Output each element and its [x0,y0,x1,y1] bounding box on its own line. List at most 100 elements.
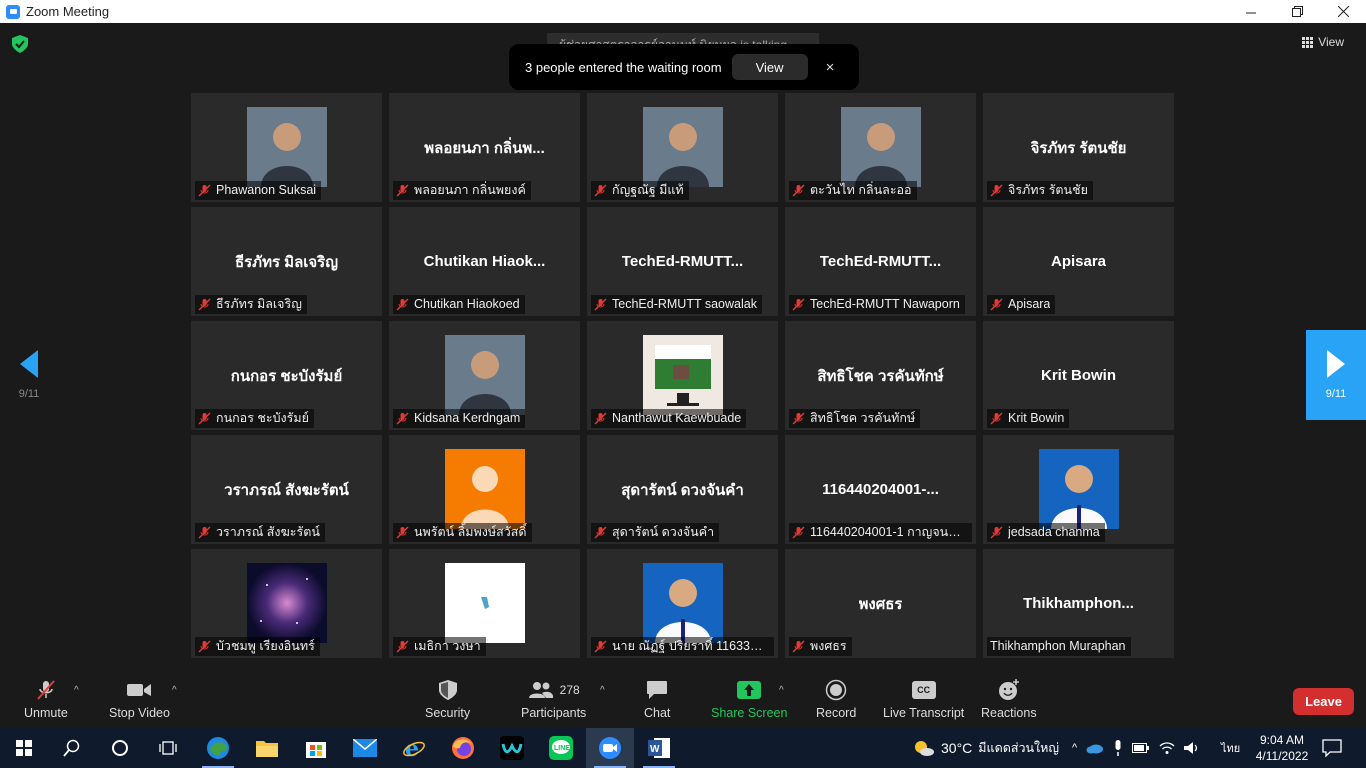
internet-explorer-taskbar-app[interactable]: e [390,728,438,768]
view-button[interactable]: View [1302,35,1344,49]
record-icon [825,679,847,701]
share-screen-button[interactable]: Share Screen [711,679,787,720]
partly-sunny-icon [915,741,934,756]
webex-taskbar-app[interactable] [488,728,536,768]
participant-name-label: TechEd-RMUTT saowalak [591,295,762,314]
chat-label: Chat [644,706,671,720]
page-indicator-right: 9/11 [1325,388,1347,400]
participant-tile[interactable]: Chutikan Hiaok... Chutikan Hiaokoed [389,207,580,316]
store-taskbar-app[interactable] [292,728,340,768]
record-button[interactable]: Record [816,679,856,720]
participant-name-label: พลอยนภา กลิ่นพยงค์ [393,181,531,200]
participant-tile[interactable]: TechEd-RMUTT... TechEd-RMUTT Nawaporn [785,207,976,316]
start-button[interactable] [0,728,48,768]
input-language-indicator[interactable]: ไทย [1221,728,1240,768]
clock[interactable]: 9:04 AM 4/11/2022 [1254,728,1310,768]
participant-tile[interactable]: นาย ณัฏฐ์ ปริยราทิ์ 11633020... [587,549,778,658]
audio-options-chevron-icon[interactable]: ^ [74,685,79,696]
participant-tile[interactable]: พงศธร พงศธร [785,549,976,658]
participant-name: TechEd-RMUTT Nawaporn [810,297,960,311]
security-button[interactable]: Security [425,679,470,720]
maximize-button[interactable] [1274,0,1320,23]
weather-description: มีแดดส่วนใหญ่ [978,741,1060,755]
participant-name: Thikhamphon Muraphan [990,639,1126,653]
internet-explorer-icon: e [403,736,425,760]
minimize-button[interactable] [1228,0,1274,23]
show-hidden-icons-chevron-icon[interactable]: ^ [1072,742,1077,754]
participant-tile[interactable]: Apisara Apisara [983,207,1174,316]
battery-icon[interactable] [1132,742,1150,754]
participant-name-label: จิรภัทร รัตนชัย [987,181,1093,200]
reactions-button[interactable]: Reactions [981,679,1037,720]
participant-name-label: 116440204001-1 กาญจนา ผ... [789,523,972,542]
participant-tile[interactable]: วราภรณ์ สังฆะรัตน์ วราภรณ์ สังฆะรัตน์ [191,435,382,544]
chat-button[interactable]: Chat [644,679,670,720]
file-explorer-taskbar-app[interactable] [243,728,291,768]
leave-button[interactable]: Leave [1293,688,1354,715]
line-taskbar-app[interactable]: LINE [537,728,585,768]
participant-tile[interactable]: เมธิกา วงษา [389,549,580,658]
participant-tile[interactable]: Kidsana Kerdngam [389,321,580,430]
participants-count: 278 [559,683,580,697]
participants-options-chevron-icon[interactable]: ^ [600,685,605,696]
participant-tile[interactable]: ธีรภัทร มิลเจริญ ธีรภัทร มิลเจริญ [191,207,382,316]
onedrive-cloud-icon[interactable] [1086,742,1104,754]
video-options-chevron-icon[interactable]: ^ [172,685,177,696]
reactions-label: Reactions [981,706,1037,720]
participant-name-label: นาย ณัฏฐ์ ปริยราทิ์ 11633020... [591,637,774,656]
muted-mic-icon [990,298,1003,311]
participant-tile[interactable]: จิรภัทร รัตนชัย จิรภัทร รัตนชัย [983,93,1174,202]
participant-tile[interactable]: Krit Bowin Krit Bowin [983,321,1174,430]
participant-name-label: บัวชมพู เรียงอินทร์ [195,637,320,656]
next-page-button[interactable]: 9/11 [1306,330,1366,420]
participant-tile[interactable]: พลอยนภา กลิ่นพ... พลอยนภา กลิ่นพยงค์ [389,93,580,202]
participant-tile[interactable]: TechEd-RMUTT... TechEd-RMUTT saowalak [587,207,778,316]
participant-tile[interactable]: jedsada chanma [983,435,1174,544]
action-center-button[interactable] [1322,728,1342,768]
notification-view-button[interactable]: View [731,54,808,80]
participant-tile[interactable]: กนกอร ชะบังรัมย์ กนกอร ชะบังรัมย์ [191,321,382,430]
participant-tile[interactable]: กัญฐณัฐ มีแท้ [587,93,778,202]
notification-close-icon[interactable]: × [826,59,835,76]
stop-video-button[interactable]: Stop Video [109,679,170,720]
participant-name: จิรภัทร รัตนชัย [1008,183,1088,197]
participant-tile[interactable]: สิทธิโชค วรคันทักษ์ สิทธิโชค วรคันทักษ์ [785,321,976,430]
meeting-area: View ผู้ช่วยศาสตราจารย์อานนท์ นิยมผล is … [0,23,1366,671]
task-view-button[interactable] [144,728,192,768]
participant-name-label: Phawanon Suksai [195,181,322,200]
speaker-volume-icon[interactable] [1184,741,1200,755]
participant-tile[interactable]: Phawanon Suksai [191,93,382,202]
participants-button[interactable]: 278 Participants [521,679,586,720]
participant-tile[interactable]: สุดารัตน์ ดวงจันคำ สุดารัตน์ ดวงจันคำ [587,435,778,544]
unmute-label: Unmute [24,706,68,720]
muted-mic-icon [198,412,211,425]
encryption-shield-icon[interactable] [12,35,28,53]
participant-tile[interactable]: นพรัตน์ ลิ้มพงษ์สวัสดิ์ [389,435,580,544]
cortana-button[interactable] [96,728,144,768]
unmute-button[interactable]: Unmute [24,679,68,720]
folder-icon [256,741,278,757]
security-label: Security [425,706,471,720]
participant-tile[interactable]: 116440204001-... 116440204001-1 กาญจนา ผ.… [785,435,976,544]
participant-tile[interactable]: Thikhamphon... Thikhamphon Muraphan [983,549,1174,658]
microphone-tray-icon[interactable] [1113,740,1123,756]
participant-tile[interactable]: ตะวันไท กลิ่นละออ [785,93,976,202]
close-window-button[interactable] [1320,0,1366,23]
live-transcript-button[interactable]: CC Live Transcript [883,679,964,720]
wifi-icon[interactable] [1159,741,1175,755]
share-options-chevron-icon[interactable]: ^ [779,685,784,696]
firefox-taskbar-app[interactable] [439,728,487,768]
participant-name-label: สุดารัตน์ ดวงจันคำ [591,523,720,542]
word-taskbar-app[interactable]: W [635,728,683,768]
participant-tile[interactable]: บัวชมพู เรียงอินทร์ [191,549,382,658]
previous-page-button[interactable]: 9/11 [0,330,58,420]
edge-taskbar-app[interactable] [194,728,242,768]
participant-name-label: Kidsana Kerdngam [393,409,526,428]
participant-tile[interactable]: Nanthawut Kaewbuade [587,321,778,430]
weather-widget[interactable]: 30°C มีแดดส่วนใหญ่ [913,728,1059,768]
search-taskbar-button[interactable] [48,728,96,768]
participant-name: 116440204001-1 กาญจนา ผ... [810,525,967,539]
zoom-taskbar-app[interactable] [586,728,634,768]
mail-taskbar-app[interactable] [341,728,389,768]
muted-mic-icon [990,184,1003,197]
